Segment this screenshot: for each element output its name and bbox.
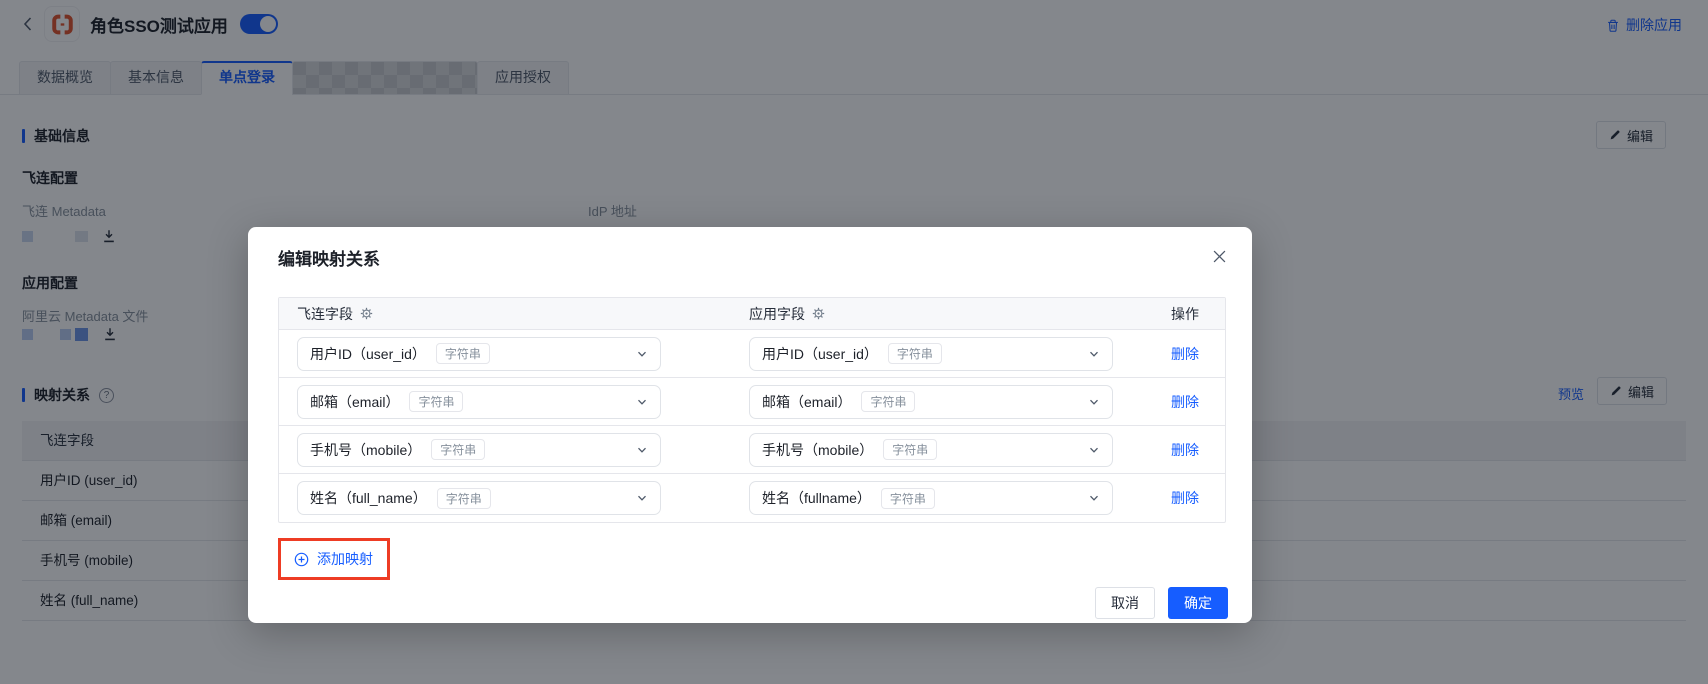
delete-row-link[interactable]: 删除 bbox=[1171, 346, 1199, 362]
modal-table-header: 飞连字段 应用字段 操作 bbox=[279, 298, 1225, 330]
chevron-down-icon bbox=[1088, 396, 1100, 408]
app-field-select[interactable]: 邮箱（email） 字符串 bbox=[749, 384, 1113, 419]
cancel-button[interactable]: 取消 bbox=[1095, 587, 1155, 619]
feilian-cell: 用户ID（user_id） 字符串 bbox=[279, 336, 731, 371]
feilian-cell: 手机号（mobile） 字符串 bbox=[279, 432, 731, 467]
chevron-down-icon bbox=[636, 444, 648, 456]
select-value: 用户ID（user_id） bbox=[310, 345, 426, 362]
select-value: 姓名（full_name） bbox=[310, 490, 427, 506]
close-icon[interactable] bbox=[1210, 247, 1228, 265]
app-column-header: 应用字段 bbox=[731, 304, 1171, 324]
chevron-down-icon bbox=[636, 396, 648, 408]
type-tag: 字符串 bbox=[880, 487, 935, 509]
chevron-down-icon bbox=[636, 492, 648, 504]
gear-icon[interactable] bbox=[360, 307, 373, 320]
add-mapping-button[interactable]: 添加映射 bbox=[281, 541, 387, 577]
feilian-field-select[interactable]: 手机号（mobile） 字符串 bbox=[297, 432, 661, 467]
type-tag: 字符串 bbox=[435, 343, 490, 364]
app-field-select[interactable]: 姓名（fullname） 字符串 bbox=[749, 481, 1113, 515]
select-value: 手机号（mobile） bbox=[762, 441, 874, 458]
select-value: 邮箱（email） bbox=[310, 393, 400, 410]
app-field-select[interactable]: 用户ID（user_id） 字符串 bbox=[749, 336, 1113, 371]
feilian-column-header: 飞连字段 bbox=[279, 304, 731, 324]
chevron-down-icon bbox=[1088, 492, 1100, 504]
chevron-down-icon bbox=[1088, 444, 1100, 456]
app-cell: 手机号（mobile） 字符串 bbox=[731, 432, 1171, 467]
select-value: 邮箱（email） bbox=[762, 393, 852, 410]
delete-row-link[interactable]: 删除 bbox=[1171, 490, 1199, 506]
delete-row-link[interactable]: 删除 bbox=[1171, 442, 1199, 458]
mapping-row: 邮箱（email） 字符串 邮箱（email） 字符串 删除 bbox=[279, 378, 1225, 426]
feilian-field-select[interactable]: 用户ID（user_id） 字符串 bbox=[297, 336, 661, 371]
mapping-row: 手机号（mobile） 字符串 手机号（mobile） 字符串 删除 bbox=[279, 426, 1225, 474]
chevron-down-icon bbox=[1088, 348, 1100, 360]
edit-mapping-modal: 编辑映射关系 飞连字段 应用字段 操作 用户ID（user_id） 字符串 用户… bbox=[248, 227, 1252, 623]
select-value: 姓名（fullname） bbox=[762, 490, 871, 506]
type-tag: 字符串 bbox=[436, 487, 491, 509]
gear-icon[interactable] bbox=[812, 307, 825, 320]
modal-mapping-table: 飞连字段 应用字段 操作 用户ID（user_id） 字符串 用户ID（user… bbox=[278, 297, 1226, 523]
type-tag: 字符串 bbox=[409, 391, 464, 412]
type-tag: 字符串 bbox=[887, 343, 942, 364]
action-column-header: 操作 bbox=[1171, 305, 1199, 322]
add-mapping-label: 添加映射 bbox=[317, 551, 373, 567]
modal-footer: 取消 确定 bbox=[1095, 587, 1228, 619]
annotation-highlight: 添加映射 bbox=[278, 538, 390, 580]
mapping-row: 姓名（full_name） 字符串 姓名（fullname） 字符串 删除 bbox=[279, 474, 1225, 522]
modal-title: 编辑映射关系 bbox=[278, 250, 380, 269]
confirm-button[interactable]: 确定 bbox=[1168, 587, 1228, 619]
app-column-label: 应用字段 bbox=[749, 305, 805, 322]
app-cell: 邮箱（email） 字符串 bbox=[731, 384, 1171, 419]
feilian-cell: 邮箱（email） 字符串 bbox=[279, 384, 731, 419]
type-tag: 字符串 bbox=[431, 439, 486, 460]
type-tag: 字符串 bbox=[861, 391, 916, 412]
select-value: 用户ID（user_id） bbox=[762, 345, 878, 362]
feilian-column-label: 飞连字段 bbox=[297, 305, 353, 322]
feilian-cell: 姓名（full_name） 字符串 bbox=[279, 481, 731, 515]
feilian-field-select[interactable]: 邮箱（email） 字符串 bbox=[297, 384, 661, 419]
type-tag: 字符串 bbox=[883, 439, 938, 460]
feilian-field-select[interactable]: 姓名（full_name） 字符串 bbox=[297, 481, 661, 515]
mapping-row: 用户ID（user_id） 字符串 用户ID（user_id） 字符串 删除 bbox=[279, 330, 1225, 378]
chevron-down-icon bbox=[636, 348, 648, 360]
screen: 角色SSO测试应用 删除应用 数据概览 基本信息 单点登录 应用授权 基础信息 … bbox=[0, 0, 1708, 684]
plus-circle-icon bbox=[294, 552, 309, 567]
app-field-select[interactable]: 手机号（mobile） 字符串 bbox=[749, 432, 1113, 467]
app-cell: 用户ID（user_id） 字符串 bbox=[731, 336, 1171, 371]
app-cell: 姓名（fullname） 字符串 bbox=[731, 481, 1171, 515]
delete-row-link[interactable]: 删除 bbox=[1171, 394, 1199, 410]
select-value: 手机号（mobile） bbox=[310, 441, 422, 458]
